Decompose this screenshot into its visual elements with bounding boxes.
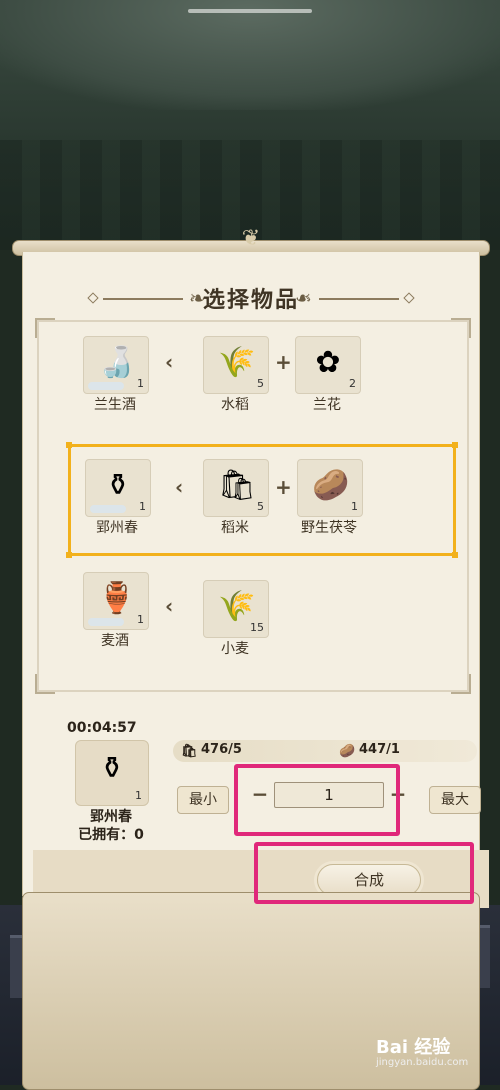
resource-item: 🛍 476/5 xyxy=(181,742,242,759)
max-button[interactable]: 最大 xyxy=(429,786,481,814)
recipe-row-yingzhouchun-selected[interactable]: ⚱ 1 郢州春 ‹ 🛍 5 稻米 + 🥔 1 野生茯苓 xyxy=(66,442,458,558)
ingredient-name: 兰花 xyxy=(313,397,341,413)
ingredient-name: 水稻 xyxy=(221,397,249,413)
ingredient-name: 野生茯苓 xyxy=(301,520,357,536)
chevron-left-icon: ‹ xyxy=(175,475,184,499)
wheat-icon: 🌾 xyxy=(218,589,256,624)
ingredient-slot[interactable]: 🌾 5 水稻 xyxy=(203,336,269,416)
ingredient-slot[interactable]: ✿ 2 兰花 xyxy=(295,336,361,416)
resource-item: 🥔 447/1 xyxy=(339,742,400,759)
ingredient-slot[interactable]: 🥔 1 野生茯苓 xyxy=(297,459,363,539)
poria-icon: 🥔 xyxy=(312,468,350,503)
selected-item-tile: ⚱ 1 xyxy=(75,740,149,806)
poria-icon: 🥔 xyxy=(339,744,356,759)
watermark: Bai 经验 jingyan.baidu.com xyxy=(376,1033,496,1073)
product-name: 郢州春 xyxy=(96,520,138,536)
rice-sack-icon: 🛍 xyxy=(181,744,198,759)
ingredient-name: 稻米 xyxy=(221,520,249,536)
ingredient-slot[interactable]: 🛍 5 稻米 xyxy=(203,459,269,539)
owned-count: 已拥有：0 xyxy=(78,827,144,843)
recipe-row-maijiu[interactable]: 🏺 1 麦酒 ‹ 🌾 15 小麦 xyxy=(53,572,457,682)
chevron-left-icon: ‹ xyxy=(165,350,174,374)
ingredient-slot[interactable]: 🌾 15 小麦 xyxy=(203,580,269,660)
craft-timer: 00:04:57 xyxy=(67,720,137,736)
ribbon-knot-icon: ❦ xyxy=(241,226,261,251)
product-name: 兰生酒 xyxy=(94,397,136,413)
wine-jar-icon: ⚱ xyxy=(105,468,131,503)
quantity-highlight-box xyxy=(234,764,400,836)
product-name: 麦酒 xyxy=(101,633,129,649)
craft-highlight-box xyxy=(254,842,474,904)
baidu-logo: Bai 经验 xyxy=(376,1037,451,1058)
recipe-row-lanshengjiu[interactable]: 🍶 1 兰生酒 ‹ 🌾 5 水稻 + ✿ 2 兰花 xyxy=(53,336,457,446)
selected-item-name: 郢州春 xyxy=(90,809,132,825)
wine-gourd-icon: 🍶 xyxy=(98,345,136,380)
leaf-ornament-icon: ❧ xyxy=(295,286,312,310)
orchid-icon: ✿ xyxy=(315,345,341,380)
wine-pot-icon: 🏺 xyxy=(98,581,136,616)
chevron-left-icon: ‹ xyxy=(165,594,174,618)
cloud xyxy=(0,0,500,110)
wine-jar-icon: ⚱ xyxy=(99,751,125,786)
title-divider xyxy=(319,298,399,300)
resource-bar: 🛍 476/5 🥔 447/1 xyxy=(173,740,477,762)
min-button[interactable]: 最小 xyxy=(177,786,229,814)
product-slot[interactable]: 🏺 1 麦酒 xyxy=(83,572,149,652)
plus-icon: + xyxy=(275,350,292,374)
plus-icon: + xyxy=(275,475,292,499)
product-slot[interactable]: 🍶 1 兰生酒 xyxy=(83,336,149,416)
product-slot[interactable]: ⚱ 1 郢州春 xyxy=(85,459,151,539)
watermark-url: jingyan.baidu.com xyxy=(376,1057,469,1068)
rice-sack-icon: 🛍 xyxy=(218,468,257,503)
title-row: ❧ 选择物品 ❧ xyxy=(33,278,469,320)
home-indicator xyxy=(188,9,312,13)
ingredient-name: 小麦 xyxy=(221,641,249,657)
rice-plant-icon: 🌾 xyxy=(218,345,256,380)
